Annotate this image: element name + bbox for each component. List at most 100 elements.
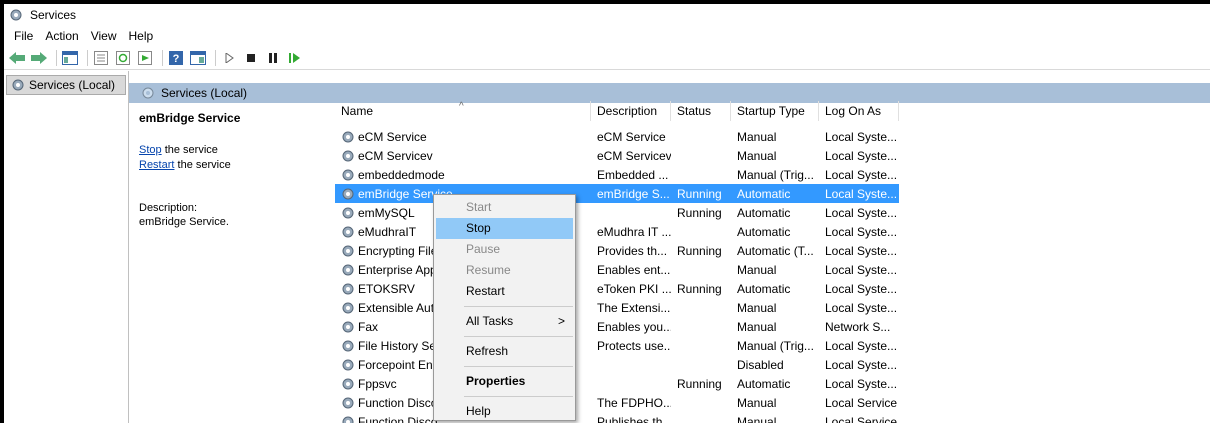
service-gear-icon <box>342 169 354 180</box>
context-menu-restart[interactable]: Restart <box>436 281 573 302</box>
table-row[interactable]: embeddedmode Embedded ... Manual (Trig... L… <box>335 165 899 184</box>
menu-help[interactable]: Help <box>123 29 160 43</box>
refresh-button[interactable] <box>114 49 132 67</box>
table-row[interactable]: Fppsvc Running Automatic Local Syste... <box>335 374 899 393</box>
cell-description: emBridge S... <box>597 186 670 201</box>
context-menu: Start Stop Pause Resume Restart All Task… <box>433 194 576 421</box>
cell-log-on-as: Local Syste... <box>825 129 898 144</box>
cell-name: eCM Service <box>335 130 591 144</box>
submenu-arrow-icon: > <box>557 314 565 328</box>
back-arrow-icon <box>9 51 25 64</box>
table-row[interactable]: File History Ser Protects use... Manual (T… <box>335 336 899 355</box>
restart-service-button[interactable] <box>286 49 304 67</box>
cell-status: Running <box>677 205 722 220</box>
table-row[interactable]: ETOKSRV eToken PKI ... Running Automatic Loc… <box>335 279 899 298</box>
service-name: embeddedmode <box>358 167 445 182</box>
table-row[interactable]: Function Disco Publishes th... Manual Local… <box>335 412 899 423</box>
column-header-status[interactable]: Status <box>671 101 731 121</box>
back-button[interactable] <box>8 49 26 67</box>
table-row[interactable]: eMudhraIT eMudhra IT ... Automatic Local Sy… <box>335 222 899 241</box>
cell-startup-type: Manual <box>737 395 777 410</box>
menu-action[interactable]: Action <box>39 29 84 43</box>
cell-description: Protects use... <box>597 338 671 353</box>
column-header-log-on-as[interactable]: Log On As <box>819 101 899 121</box>
cell-log-on-as: Network S... <box>825 319 891 334</box>
cell-log-on-as: Local Syste... <box>825 205 898 220</box>
stop-service-button[interactable] <box>242 49 260 67</box>
cell-description: eToken PKI ... <box>597 281 671 296</box>
stop-link-suffix: the service <box>161 144 218 156</box>
cell-name: embeddedmode <box>335 168 591 182</box>
services-gear-icon <box>12 79 24 91</box>
cell-startup-type: Manual <box>737 414 777 423</box>
cell-name: eCM Servicev <box>335 149 591 163</box>
service-gear-icon <box>342 131 354 142</box>
table-row[interactable]: eCM Servicev eCM Servicev Manual Local Syst… <box>335 146 899 165</box>
cell-startup-type: Disabled <box>737 357 784 372</box>
cell-log-on-as: Local Syste... <box>825 376 898 391</box>
table-row[interactable]: Function Disco The FDPHO... Manual Local Se… <box>335 393 899 412</box>
pause-service-button[interactable] <box>264 49 282 67</box>
properties-button[interactable] <box>92 49 110 67</box>
restart-service-link[interactable]: Restart <box>139 159 174 171</box>
console-tree-icon <box>62 50 78 65</box>
play-icon <box>225 52 234 63</box>
table-row[interactable]: Fax Enables you... Manual Network S... <box>335 317 899 336</box>
column-header-startup-type[interactable]: Startup Type <box>731 101 819 121</box>
table-row[interactable]: Forcepoint Enc Disabled Local Syste... <box>335 355 899 374</box>
description-text: emBridge Service. <box>139 216 229 228</box>
service-gear-icon <box>342 416 354 423</box>
context-menu-separator <box>464 366 573 367</box>
context-menu-all-tasks[interactable]: All Tasks > <box>436 311 573 332</box>
cell-description: eCM Service <box>597 129 666 144</box>
table-row[interactable]: emMySQL Running Automatic Local Syste... <box>335 203 899 222</box>
start-service-button[interactable] <box>220 49 238 67</box>
cell-startup-type: Automatic <box>737 281 791 296</box>
context-menu-help[interactable]: Help <box>436 401 573 422</box>
help-button[interactable]: ? <box>167 49 185 67</box>
console-tree: Services (Local) <box>4 71 129 423</box>
restart-icon <box>289 52 300 63</box>
table-row[interactable]: Enterprise App Enables ent... Manual Local … <box>335 260 899 279</box>
service-name: ETOKSRV <box>358 281 415 296</box>
service-gear-icon <box>342 283 354 294</box>
console-tree-button[interactable] <box>61 49 79 67</box>
cell-startup-type: Manual (Trig... <box>737 338 814 353</box>
context-menu-stop[interactable]: Stop <box>436 218 573 239</box>
service-name: Function Disco <box>358 414 438 423</box>
context-menu-resume[interactable]: Resume <box>436 260 573 281</box>
context-menu-pause[interactable]: Pause <box>436 239 573 260</box>
cell-log-on-as: Local Syste... <box>825 186 898 201</box>
cell-startup-type: Manual (Trig... <box>737 167 814 182</box>
menu-view[interactable]: View <box>85 29 123 43</box>
service-gear-icon <box>342 150 354 161</box>
table-row[interactable]: Extensible Auth The Extensi... Manual Local… <box>335 298 899 317</box>
table-row[interactable]: Encrypting File Provides th... Running Auto… <box>335 241 899 260</box>
view-button[interactable] <box>189 49 207 67</box>
table-row[interactable]: eCM Service eCM Service Manual Local Syste.… <box>335 127 899 146</box>
forward-button[interactable] <box>30 49 48 67</box>
context-menu-refresh[interactable]: Refresh <box>436 341 573 362</box>
service-name: eCM Service <box>358 129 427 144</box>
pause-icon <box>269 52 277 63</box>
stop-service-link[interactable]: Stop <box>139 144 162 156</box>
cell-status: Running <box>677 281 722 296</box>
menu-file[interactable]: File <box>8 29 39 43</box>
cell-status: Running <box>677 243 722 258</box>
cell-log-on-as: Local Syste... <box>825 224 898 239</box>
cell-description: The Extensi... <box>597 300 671 315</box>
cell-log-on-as: Local Syste... <box>825 281 898 296</box>
services-window: Services File Action View Help ? Service… <box>4 4 1210 423</box>
service-name: Enterprise App <box>358 262 437 277</box>
tree-item-services-local[interactable]: Services (Local) <box>6 75 126 95</box>
column-header-description[interactable]: Description <box>591 101 671 121</box>
service-description: Description: emBridge Service. <box>139 201 333 229</box>
refresh-icon <box>116 50 130 65</box>
service-name: emMySQL <box>358 205 415 220</box>
services-gear-icon <box>10 9 22 21</box>
window-title: Services <box>30 8 77 22</box>
context-menu-properties[interactable]: Properties <box>436 371 573 392</box>
export-button[interactable] <box>136 49 154 67</box>
context-menu-start[interactable]: Start <box>436 197 573 218</box>
table-row[interactable]: emBridge Service emBridge S... Running Auto… <box>335 184 899 203</box>
